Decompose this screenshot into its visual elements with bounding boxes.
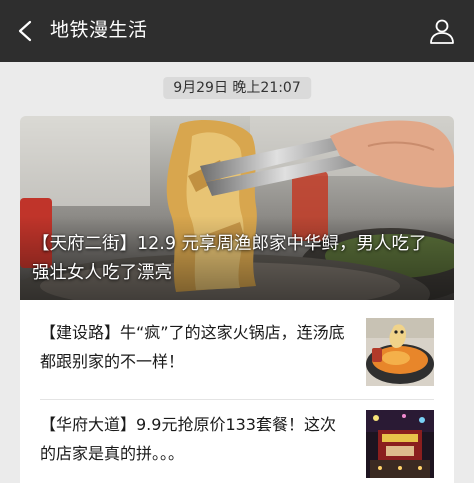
list-item[interactable]: 【华府大道】9.9元抢原价133套餐！这次的店家是真的拼。。。: [20, 400, 454, 483]
message-timestamp: 9月29日 晚上21:07: [163, 77, 311, 99]
hero-title: 【天府二街】12.9 元享周渔郎家中华鲟，男人吃了强壮女人吃了漂亮: [32, 234, 427, 283]
article-title: 【华府大道】9.9元抢原价133套餐！这次的店家是真的拼。。。: [40, 415, 336, 463]
article-thumbnail: [366, 318, 434, 386]
list-item[interactable]: 【建设路】牛“疯”了的这家火锅店，连汤底都跟别家的不一样！: [20, 308, 454, 396]
top-bar: 地铁漫生活: [0, 0, 474, 62]
chevron-left-icon[interactable]: [14, 19, 38, 43]
article-card: 【天府二街】12.9 元享周渔郎家中华鲟，男人吃了强壮女人吃了漂亮 【建设路】牛…: [20, 116, 454, 483]
article-thumbnail: [366, 410, 434, 478]
person-icon[interactable]: [428, 17, 456, 45]
hero-article[interactable]: 【天府二街】12.9 元享周渔郎家中华鲟，男人吃了强壮女人吃了漂亮: [20, 116, 454, 300]
article-title: 【建设路】牛“疯”了的这家火锅店，连汤底都跟别家的不一样！: [40, 323, 345, 371]
page-title: 地铁漫生活: [50, 19, 148, 41]
